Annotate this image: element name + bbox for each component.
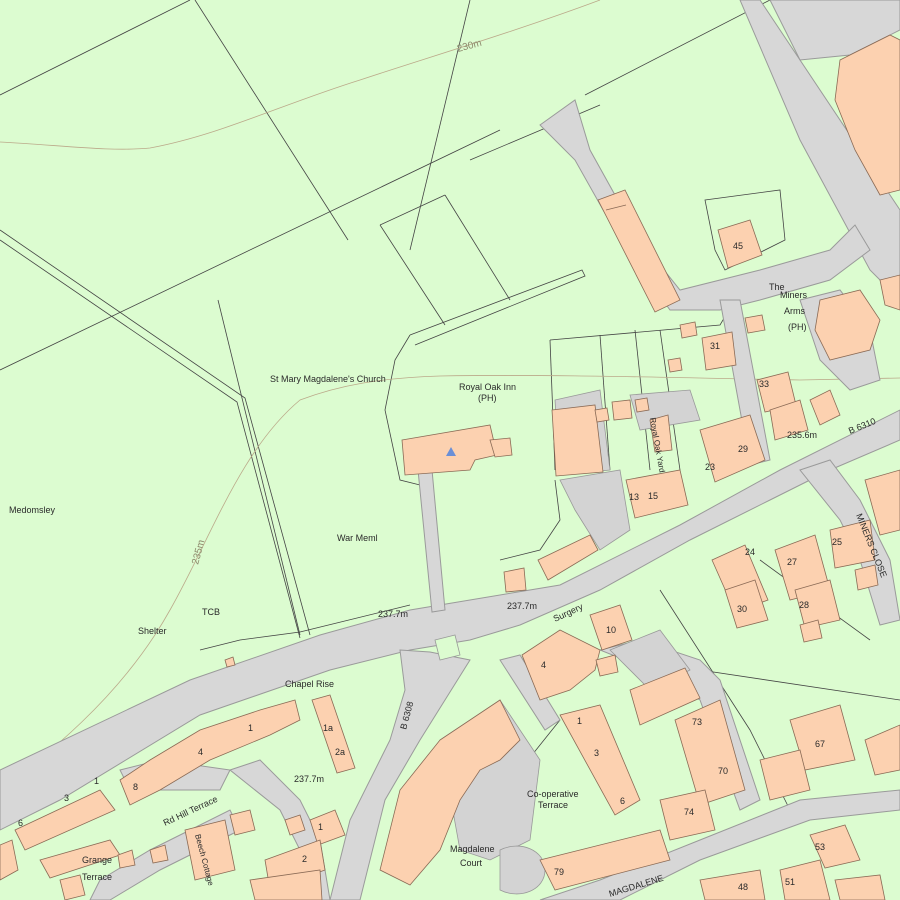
house-number: 1 [318, 822, 323, 832]
house-number: 15 [648, 491, 658, 501]
house-number: 8 [133, 782, 138, 792]
house-number: 70 [718, 766, 728, 776]
ordnance-survey-map[interactable]: 230m 235m Medomsley St Mary Magdalene's … [0, 0, 900, 900]
house-number: 33 [759, 379, 769, 389]
map-canvas: 230m 235m Medomsley St Mary Magdalene's … [0, 0, 900, 900]
house-number: 1 [248, 723, 253, 733]
label-war-memorial: War Meml [337, 533, 378, 543]
house-number: 3 [64, 793, 69, 803]
spot-height-3: 237.7m [294, 774, 324, 784]
house-number: 2a [335, 747, 345, 757]
house-number: 13 [629, 492, 639, 502]
house-number: 51 [785, 877, 795, 887]
house-number: 73 [692, 717, 702, 727]
house-number: 10 [606, 625, 616, 635]
house-number: 25 [832, 537, 842, 547]
label-miners-arms: Arms [784, 306, 805, 316]
house-number: 6 [18, 818, 23, 828]
house-number: 6 [620, 796, 625, 806]
house-number: 1a [323, 723, 333, 733]
label-miners: Miners [780, 290, 808, 300]
label-grange-terrace: Terrace [82, 872, 112, 882]
spot-height-4: 235.6m [787, 430, 817, 440]
label-chapel-rise: Chapel Rise [285, 679, 334, 689]
label-coop-terrace: Terrace [538, 800, 568, 810]
house-number: 29 [738, 444, 748, 454]
house-number: 4 [198, 747, 203, 757]
house-number: 1 [94, 776, 99, 786]
house-number: 67 [815, 739, 825, 749]
house-number: 31 [710, 341, 720, 351]
house-number: 23 [705, 462, 715, 472]
house-number: 1 [577, 716, 582, 726]
house-number: 27 [787, 557, 797, 567]
label-shelter: Shelter [138, 626, 167, 636]
spot-height-2: 237.7m [507, 601, 537, 611]
spot-height-1: 237.7m [378, 609, 408, 619]
house-number: 45 [733, 241, 743, 251]
label-tcb: TCB [202, 607, 220, 617]
house-number: 4 [541, 660, 546, 670]
label-church: St Mary Magdalene's Church [270, 374, 386, 384]
house-number: 24 [745, 547, 755, 557]
house-number: 48 [738, 882, 748, 892]
label-miners-ph: (PH) [788, 322, 807, 332]
house-number: 74 [684, 807, 694, 817]
label-magdalene-court: Court [460, 858, 483, 868]
label-royal-oak-ph: (PH) [478, 393, 497, 403]
house-number: 28 [799, 600, 809, 610]
house-number: 2 [302, 854, 307, 864]
house-number: 3 [594, 748, 599, 758]
house-number: 79 [554, 867, 564, 877]
label-royal-oak-inn: Royal Oak Inn [459, 382, 516, 392]
house-number: 53 [815, 842, 825, 852]
label-coop: Co-operative [527, 789, 579, 799]
label-magdalene: Magdalene [450, 844, 495, 854]
place-label-medomsley: Medomsley [9, 505, 56, 515]
label-grange: Grange [82, 855, 112, 865]
house-number: 30 [737, 604, 747, 614]
